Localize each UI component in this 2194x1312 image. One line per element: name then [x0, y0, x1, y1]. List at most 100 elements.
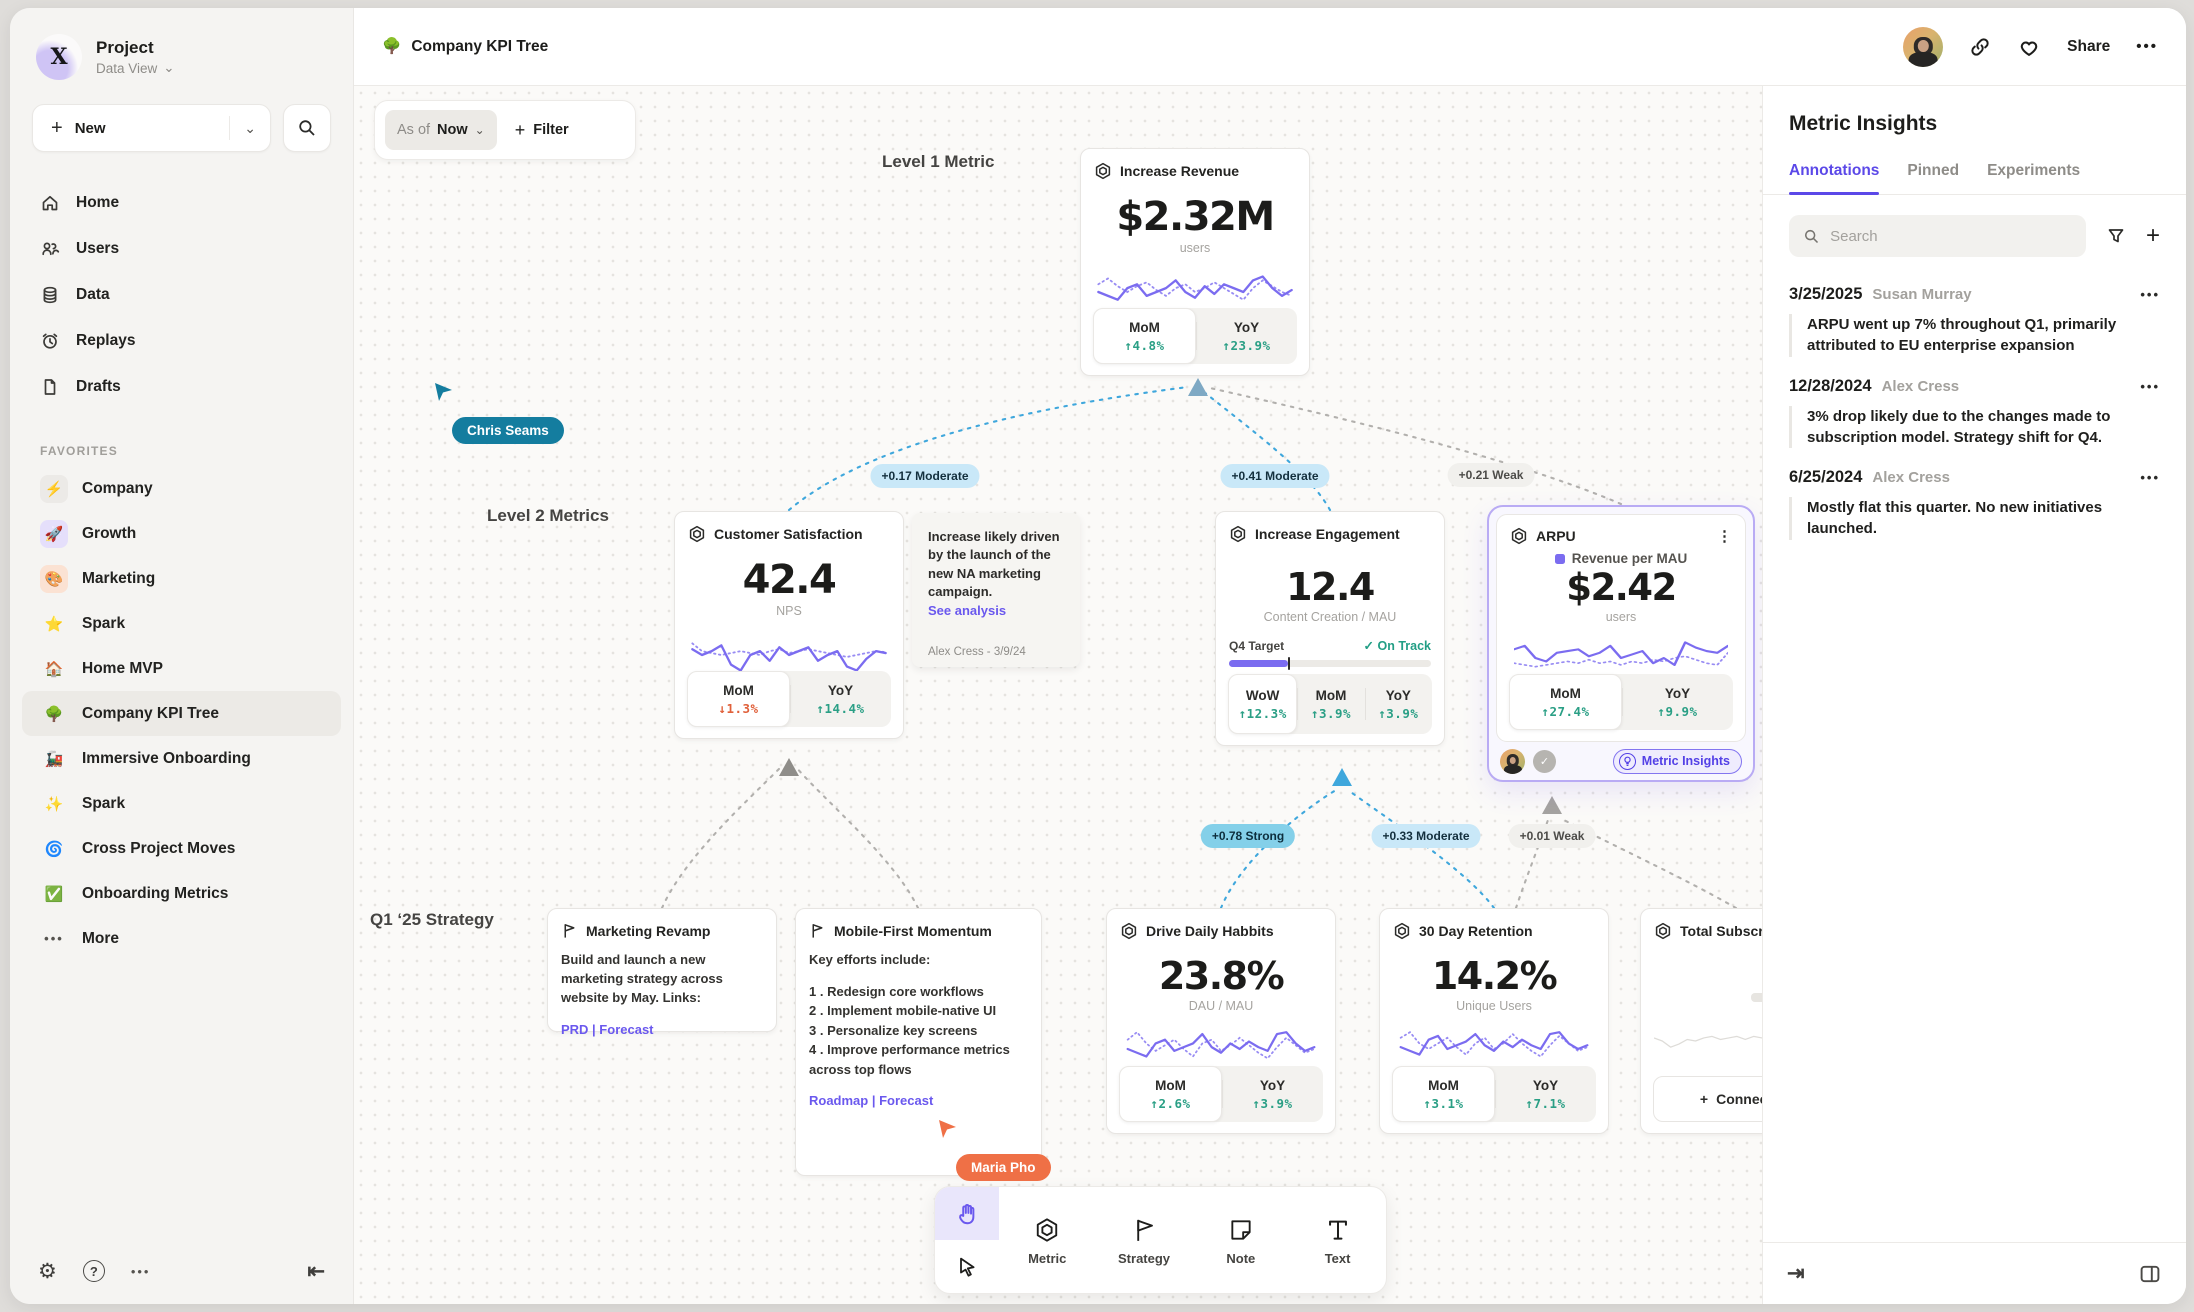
strategy-links[interactable]: Roadmap | Forecast	[809, 1093, 1028, 1108]
sidebar-item-marketing[interactable]: 🎨Marketing	[22, 556, 341, 601]
annotation-item[interactable]: 3/25/2025 Susan Murray ••• ARPU went up …	[1763, 265, 2186, 357]
sparkles-icon: ✨	[40, 790, 68, 818]
kpi-tree-canvas[interactable]: As of Now ⌄ + Filter Level 1 Metric Leve…	[354, 86, 1762, 1304]
stat-mom[interactable]: MoM↑3.1%	[1392, 1066, 1495, 1122]
sidebar-item-spark[interactable]: ⭐Spark	[22, 601, 341, 646]
strategy-label: Q1 ‘25 Strategy	[370, 910, 494, 930]
stats-row: MoM↑3.1% YoY↑7.1%	[1392, 1066, 1596, 1122]
series-legend: Revenue per MAU	[1510, 551, 1732, 566]
stat-yoy[interactable]: YoY↑7.1%	[1495, 1066, 1596, 1122]
metric-card-30-day-retention[interactable]: 30 Day Retention 14.2% Unique Users MoM↑…	[1379, 908, 1609, 1134]
filter-funnel-icon[interactable]	[2106, 226, 2126, 246]
stat-yoy[interactable]: YoY↑9.9%	[1622, 674, 1733, 730]
as-of-dropdown[interactable]: As of Now ⌄	[385, 110, 497, 150]
sidebar-item-onboarding-metrics[interactable]: ✅Onboarding Metrics	[22, 871, 341, 916]
annotation-menu-icon[interactable]: •••	[2140, 470, 2160, 485]
metric-value: 42.4	[688, 557, 890, 603]
sidebar-item-company-kpi-tree[interactable]: 🌳Company KPI Tree	[22, 691, 341, 736]
sidebar-item-users[interactable]: Users	[10, 226, 353, 272]
strategy-links[interactable]: PRD | Forecast	[561, 1022, 763, 1037]
annotation-menu-icon[interactable]: •••	[2140, 287, 2160, 302]
add-filter-button[interactable]: + Filter	[507, 120, 577, 141]
canvas-controls: As of Now ⌄ + Filter	[374, 100, 636, 160]
stat-yoy[interactable]: YoY↑3.9%	[1222, 1066, 1323, 1122]
sidebar-item-cross-project-moves[interactable]: 🌀Cross Project Moves	[22, 826, 341, 871]
metric-hexagon-icon	[1393, 922, 1411, 940]
favorite-heart-icon[interactable]	[2017, 35, 2041, 59]
project-header[interactable]: X Project Data View ⌄	[10, 34, 353, 80]
cursor-arrow-outline-icon	[955, 1255, 979, 1279]
connect-data-button[interactable]: + Connect	[1653, 1076, 1762, 1122]
metric-value: $2.42	[1510, 566, 1732, 609]
metric-card-drive-daily-habbits[interactable]: Drive Daily Habbits 23.8% DAU / MAU MoM↑…	[1106, 908, 1336, 1134]
see-analysis-link[interactable]: See analysis	[928, 603, 1006, 618]
overflow-menu-icon[interactable]: •••	[2136, 38, 2158, 55]
metric-card-increase-engagement[interactable]: Increase Engagement 12.4 Content Creatio…	[1215, 511, 1445, 746]
collapse-panel-icon[interactable]: ⇥	[1787, 1261, 1805, 1286]
sidebar-item-more[interactable]: •••More	[22, 916, 341, 961]
new-button[interactable]: + New ⌄	[32, 104, 271, 152]
hand-tool-button[interactable]	[935, 1187, 999, 1240]
select-tool-button[interactable]	[935, 1240, 999, 1293]
sidebar-item-data[interactable]: Data	[10, 272, 353, 318]
chevron-down-icon[interactable]: ⌄	[229, 116, 270, 140]
metric-tool-button[interactable]: Metric	[999, 1187, 1096, 1293]
stat-mom[interactable]: MoM↑3.9%	[1297, 674, 1364, 734]
workspace-switcher[interactable]: Data View ⌄	[96, 60, 175, 76]
tab-annotations[interactable]: Annotations	[1789, 162, 1879, 194]
stat-yoy[interactable]: YoY↑14.4%	[790, 671, 891, 727]
metric-card-customer-satisfaction[interactable]: Customer Satisfaction 42.4 NPS MoM↓1.3% …	[674, 511, 904, 739]
annotation-menu-icon[interactable]: •••	[2140, 379, 2160, 394]
stat-mom[interactable]: MoM↑4.8%	[1093, 308, 1196, 364]
copy-link-icon[interactable]	[1969, 36, 1991, 58]
note-tool-button[interactable]: Note	[1192, 1187, 1289, 1293]
stat-wow[interactable]: WoW↑12.3%	[1228, 674, 1297, 734]
metric-hexagon-icon	[1034, 1217, 1060, 1243]
metric-hexagon-icon	[1120, 922, 1138, 940]
annotations-search[interactable]	[1789, 215, 2086, 257]
sidebar-item-replays[interactable]: Replays	[10, 318, 353, 364]
more-dots-icon[interactable]: •••	[131, 1264, 151, 1279]
card-menu-icon[interactable]: ⋮	[1717, 527, 1732, 545]
annotation-text: ARPU went up 7% throughout Q1, primarily…	[1789, 314, 2160, 357]
sidebar-item-company[interactable]: ⚡Company	[22, 466, 341, 511]
note-card[interactable]: Increase likely driven by the launch of …	[912, 513, 1080, 667]
sidebar-item-home[interactable]: Home	[10, 180, 353, 226]
strategy-card-marketing-revamp[interactable]: Marketing Revamp Build and launch a new …	[547, 908, 777, 1032]
sidebar-item-drafts[interactable]: Drafts	[10, 364, 353, 410]
annotation-item[interactable]: 12/28/2024 Alex Cress ••• 3% drop likely…	[1763, 357, 2186, 449]
metric-hexagon-icon	[1094, 162, 1112, 180]
skeleton-placeholder	[1751, 993, 1762, 1002]
sidebar-item-growth[interactable]: 🚀Growth	[22, 511, 341, 556]
metric-insights-chip[interactable]: Metric Insights	[1613, 749, 1742, 774]
settings-gear-icon[interactable]: ⚙	[38, 1259, 57, 1284]
stat-mom[interactable]: MoM↓1.3%	[687, 671, 790, 727]
metric-card-total-subscriptions[interactable]: Total Subscriptions + Connect	[1640, 908, 1762, 1134]
metric-card-increase-revenue[interactable]: Increase Revenue $2.32M users MoM↑4.8% Y…	[1080, 148, 1310, 376]
strategy-tool-button[interactable]: Strategy	[1096, 1187, 1193, 1293]
tab-experiments[interactable]: Experiments	[1987, 162, 2080, 194]
tab-pinned[interactable]: Pinned	[1907, 162, 1959, 194]
split-view-icon[interactable]	[2138, 1262, 2162, 1286]
search-button[interactable]	[283, 104, 331, 152]
text-tool-button[interactable]: Text	[1289, 1187, 1386, 1293]
collaborator-cursor-maria: Maria Pho	[936, 1118, 1051, 1181]
sidebar-item-home-mvp[interactable]: 🏠Home MVP	[22, 646, 341, 691]
add-annotation-icon[interactable]: +	[2146, 222, 2160, 250]
search-input[interactable]	[1830, 228, 2072, 245]
stat-mom[interactable]: MoM↑27.4%	[1509, 674, 1622, 730]
stat-mom[interactable]: MoM↑2.6%	[1119, 1066, 1222, 1122]
stat-yoy[interactable]: YoY↑23.9%	[1196, 308, 1297, 364]
metric-card-arpu-selected[interactable]: ARPU ⋮ Revenue per MAU $2.42 users MoM↑2…	[1487, 505, 1755, 782]
stat-yoy[interactable]: YoY↑3.9%	[1365, 674, 1432, 734]
swirl-icon: 🌀	[40, 835, 68, 863]
user-avatar[interactable]	[1903, 27, 1943, 67]
collapse-sidebar-icon[interactable]: ⇤	[307, 1259, 325, 1284]
help-icon[interactable]: ?	[83, 1260, 105, 1282]
verified-check-icon: ✓	[1533, 750, 1556, 773]
metric-value: 12.4	[1229, 565, 1431, 609]
sidebar-item-immersive-onboarding[interactable]: 🚂Immersive Onboarding	[22, 736, 341, 781]
share-button[interactable]: Share	[2067, 38, 2110, 56]
annotation-item[interactable]: 6/25/2024 Alex Cress ••• Mostly flat thi…	[1763, 448, 2186, 540]
sidebar-item-spark-2[interactable]: ✨Spark	[22, 781, 341, 826]
